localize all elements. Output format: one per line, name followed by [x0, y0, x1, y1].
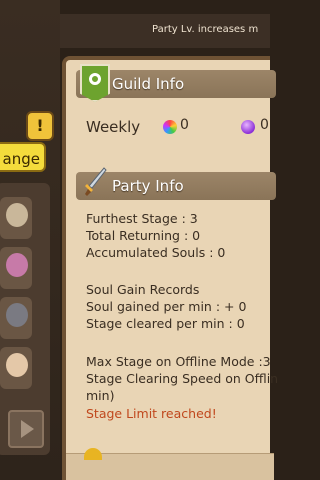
exclamation-icon[interactable]: ! — [26, 111, 54, 141]
hero-portrait-icon — [6, 203, 28, 227]
banner-text: Party Lv. increases m — [152, 24, 259, 35]
guild-info-title: Guild Info — [112, 75, 185, 93]
soul-records-heading: Soul Gain Records — [86, 282, 200, 297]
soul-per-min: Soul gained per min : + 0 — [86, 299, 247, 314]
left-panel: ! ange — [0, 0, 60, 480]
furthest-stage: Furthest Stage : 3 — [86, 211, 198, 226]
hero-portrait-icon — [6, 353, 28, 377]
max-offline-stage: Max Stage on Offline Mode :3 — [86, 354, 271, 369]
stage-limit-warning: Stage Limit reached! — [86, 406, 217, 421]
hero-slot-3[interactable] — [0, 297, 32, 339]
play-icon[interactable] — [8, 410, 44, 448]
accumulated-souls: Accumulated Souls : 0 — [86, 245, 226, 260]
hero-slot-4[interactable] — [0, 347, 32, 389]
total-returning: Total Returning : 0 — [86, 228, 201, 243]
hero-slot-1[interactable] — [0, 197, 32, 239]
weekly-label: Weekly — [86, 118, 141, 136]
clearing-speed-line1: Stage Clearing Speed on Offlin — [86, 371, 279, 386]
stage-per-min: Stage cleared per min : 0 — [86, 316, 245, 331]
hero-portrait-icon — [6, 303, 28, 327]
coin-icon — [84, 448, 102, 460]
guild-info-header: Guild Info — [76, 64, 276, 102]
info-panel: Guild Info Weekly 0 0 Party Info Furthes… — [62, 56, 278, 480]
top-banner: Party Lv. increases m — [60, 14, 270, 48]
guild-emblem-icon — [80, 64, 110, 102]
rainbow-gem-count: 0 — [180, 117, 189, 133]
party-info-title: Party Info — [112, 177, 184, 195]
clearing-speed-line2: min) — [86, 388, 115, 403]
sword-icon — [85, 167, 107, 196]
panel-footer — [66, 448, 274, 480]
party-info-header: Party Info — [76, 167, 276, 200]
hero-slot-2[interactable] — [0, 247, 32, 289]
purple-gem-count: 0 — [260, 117, 269, 133]
rainbow-gem-icon — [163, 120, 177, 134]
change-button[interactable]: ange — [0, 142, 46, 172]
hero-portrait-icon — [6, 253, 28, 277]
purple-gem-icon — [241, 120, 255, 134]
